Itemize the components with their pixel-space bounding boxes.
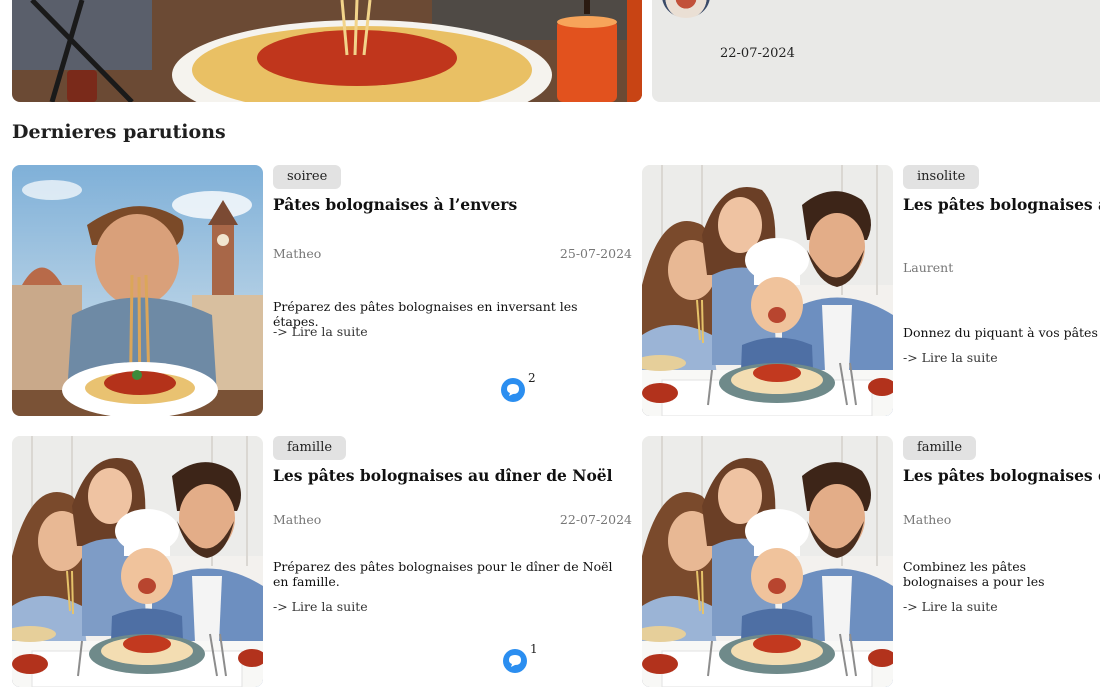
speech-bubble-icon — [503, 649, 527, 673]
article-card[interactable]: soiree Pâtes bolognaises à l’envers Math… — [12, 165, 642, 416]
article-date: 22-07-2024 — [559, 512, 632, 527]
family-eating-pasta-illustration — [642, 436, 893, 687]
article-title[interactable]: Les pâtes bolognaises au dîner de Noël — [273, 466, 653, 485]
read-more-link[interactable]: -> Lire la suite — [903, 599, 998, 614]
comment-count: 1 — [530, 642, 538, 656]
category-tag[interactable]: soiree — [273, 165, 342, 189]
featured-article-panel[interactable]: 22-07-2024 — [652, 0, 1100, 102]
comment-count: 2 — [528, 371, 536, 385]
comment-count-badge[interactable]: 1 — [502, 642, 538, 674]
comment-count-badge[interactable]: 2 — [500, 371, 536, 403]
author-avatar — [662, 0, 710, 18]
article-title[interactable]: Les pâtes bolognaises et la — [903, 466, 1100, 485]
article-card[interactable]: famille Les pâtes bolognaises et la Math… — [642, 436, 1100, 687]
article-title[interactable]: Pâtes bolognaises à l’envers — [273, 195, 653, 214]
article-thumbnail[interactable] — [642, 165, 893, 416]
article-thumbnail[interactable] — [642, 436, 893, 687]
read-more-link[interactable]: -> Lire la suite — [903, 350, 998, 365]
article-card[interactable]: famille Les pâtes bolognaises au dîner d… — [12, 436, 642, 687]
featured-article-date: 22-07-2024 — [720, 46, 795, 61]
family-eating-pasta-illustration — [642, 165, 893, 416]
family-eating-pasta-illustration — [12, 436, 263, 687]
article-excerpt: Préparez des pâtes bolognaises pour le d… — [273, 559, 613, 589]
article-author: Matheo — [273, 512, 322, 527]
category-tag[interactable]: insolite — [903, 165, 980, 189]
article-card[interactable]: insolite Les pâtes bolognaises aux Laure… — [642, 165, 1100, 416]
article-title[interactable]: Les pâtes bolognaises aux — [903, 195, 1100, 214]
section-title: Dernieres parutions — [12, 121, 226, 143]
article-date: 25-07-2024 — [559, 246, 632, 261]
pasta-bowl-illustration — [12, 0, 642, 102]
category-tag[interactable]: famille — [273, 436, 347, 460]
category-tag[interactable]: famille — [903, 436, 977, 460]
article-thumbnail[interactable] — [12, 165, 263, 416]
read-more-link[interactable]: -> Lire la suite — [273, 324, 368, 339]
read-more-link[interactable]: -> Lire la suite — [273, 599, 368, 614]
article-excerpt: Donnez du piquant à vos pâtes bo — [903, 325, 1099, 340]
man-eating-pasta-illustration — [12, 165, 263, 416]
article-excerpt: Combinez les pâtes bolognaises a pour le… — [903, 559, 1045, 589]
featured-article-image[interactable] — [12, 0, 642, 102]
article-author: Matheo — [273, 246, 322, 261]
article-author: Laurent — [903, 260, 954, 275]
article-thumbnail[interactable] — [12, 436, 263, 687]
article-author: Matheo — [903, 512, 952, 527]
speech-bubble-icon — [501, 378, 525, 402]
